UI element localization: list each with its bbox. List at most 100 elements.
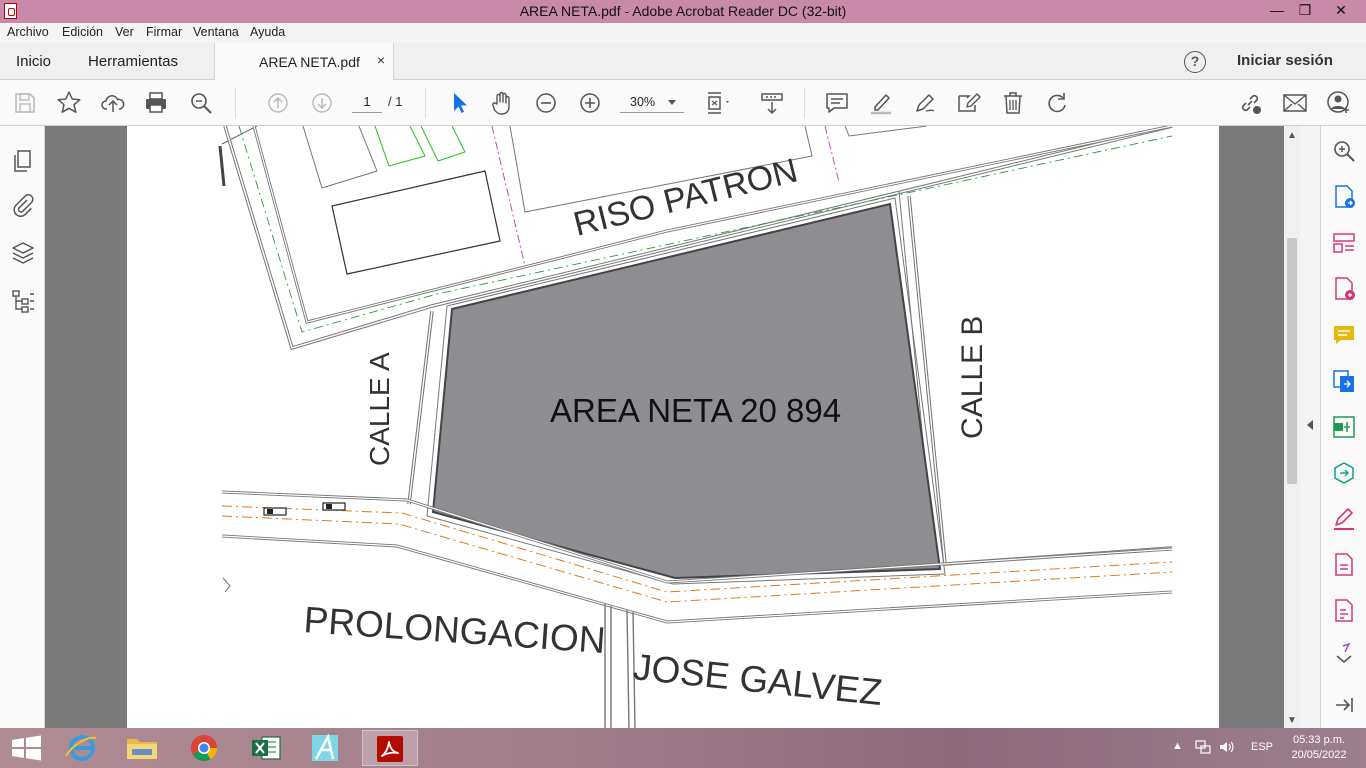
close-button[interactable]: ✕ [1326,0,1356,23]
maximize-button[interactable]: ❐ [1290,0,1320,23]
label-calle-a: CALLE A [364,352,395,466]
menu-bar: Archivo Edición Ver Firmar Ventana Ayuda [0,23,1366,43]
more-tools-chevron-icon[interactable] [1331,642,1357,668]
menu-ventana[interactable]: Ventana [193,25,239,39]
create-pdf-icon[interactable] [1331,276,1357,302]
scroll-mode-icon[interactable] [759,90,785,116]
ie-icon[interactable] [56,730,112,766]
help-icon[interactable]: ? [1184,51,1206,73]
add-comment-icon[interactable] [1331,322,1357,348]
network-icon[interactable] [1195,739,1211,758]
scroll-down-arrow[interactable]: ▼ [1287,715,1297,726]
document-viewport[interactable]: RISO PATRON CALLE A CALLE B AREA NETA 20… [45,126,1285,728]
organize-pages-icon[interactable] [1331,230,1357,256]
bookmark-star-icon[interactable] [56,90,82,116]
pdf-page: RISO PATRON CALLE A CALLE B AREA NETA 20… [127,126,1219,728]
toolbar-separator [235,88,236,118]
right-tools-pane [1320,126,1366,728]
title-bar: AREA NETA.pdf - Adobe Acrobat Reader DC … [0,0,1366,23]
tab-document-label: AREA NETA.pdf [259,54,360,70]
tab-document[interactable]: AREA NETA.pdf × [214,43,394,80]
menu-firmar[interactable]: Firmar [146,25,182,39]
print-icon[interactable] [143,90,169,116]
start-windows-icon[interactable] [0,730,56,766]
menu-ver[interactable]: Ver [115,25,134,39]
scrollbar-thumb[interactable] [1287,238,1297,484]
autocad-icon[interactable] [298,730,354,766]
page-thumbnails-icon[interactable] [10,148,36,174]
edit-pdf-icon[interactable] [1331,460,1357,486]
site-plan-drawing: RISO PATRON CALLE A CALLE B AREA NETA 20… [218,126,1173,728]
tab-herramientas[interactable]: Herramientas [88,53,178,70]
select-cursor-icon[interactable] [446,90,472,116]
tab-inicio[interactable]: Inicio [16,53,51,70]
export-pdf-icon[interactable] [1331,184,1357,210]
rotate-icon[interactable] [1044,90,1070,116]
menu-edicion[interactable]: Edición [62,25,103,39]
windows-taskbar: ▲ ESP 05:33 p.m. 20/05/2022 [0,728,1366,768]
right-pane-collapse-arrow[interactable] [1307,420,1313,430]
system-clock[interactable]: 05:33 p.m. 20/05/2022 [1284,733,1354,763]
email-envelope-icon[interactable] [1282,90,1308,116]
excel-icon[interactable] [238,730,294,766]
zoom-in-icon[interactable] [577,90,603,116]
area-neta-polygon [431,202,942,580]
hand-tool-icon[interactable] [489,90,515,116]
account-user-icon[interactable] [1326,90,1352,116]
clock-time: 05:33 p.m. [1293,734,1345,746]
tab-row: Inicio Herramientas AREA NETA.pdf × ? In… [0,43,1366,80]
tab-close-icon[interactable]: × [377,52,385,68]
chevron-down-icon [668,100,676,105]
language-indicator[interactable]: ESP [1251,741,1273,753]
highlight-pen-icon[interactable] [868,90,894,116]
clock-date: 20/05/2022 [1291,749,1347,761]
page-number-input[interactable]: 1 [352,91,382,113]
minimize-button[interactable]: — [1262,0,1292,23]
label-riso-patron: RISO PATRON [570,151,802,243]
label-calle-b: CALLE B [956,316,989,439]
layers-icon[interactable] [10,240,36,266]
structure-tree-icon[interactable] [10,288,36,314]
page-down-icon[interactable] [309,90,335,116]
upload-cloud-icon[interactable] [100,90,126,116]
comment-icon[interactable] [824,90,850,116]
attachments-paperclip-icon[interactable] [10,192,36,218]
tray-expand-chevron-icon[interactable]: ▲ [1172,740,1183,752]
volume-speaker-icon[interactable] [1218,739,1234,758]
zoom-out-icon[interactable] [533,90,559,116]
protect-document-icon[interactable] [1331,552,1357,578]
menu-archivo[interactable]: Archivo [7,25,49,39]
fit-page-icon[interactable] [704,90,730,116]
toolbar-separator [804,88,805,118]
search-zoom-icon[interactable] [1331,138,1357,164]
scroll-up-arrow[interactable]: ▲ [1287,130,1297,141]
acrobat-icon[interactable] [362,730,418,766]
page-up-icon[interactable] [265,90,291,116]
compress-pdf-icon[interactable] [1331,414,1357,440]
label-jose-galvez: JOSE GALVEZ [631,646,884,713]
save-icon[interactable] [12,90,38,116]
collapse-right-pane-icon[interactable] [1331,692,1357,718]
fill-and-sign-icon[interactable] [1331,506,1357,532]
page-total: / 1 [388,94,403,109]
prepare-form-icon[interactable] [1331,598,1357,624]
zoom-level-value: 30% [630,95,656,109]
left-navigation-pane [0,126,45,728]
label-area-neta: AREA NETA 20 894 [550,392,841,429]
signin-button[interactable]: Iniciar sesión [1237,52,1333,69]
draw-pen-icon[interactable] [912,90,938,116]
zoom-level-select[interactable]: 30% [620,91,684,113]
window-title: AREA NETA.pdf - Adobe Acrobat Reader DC … [519,3,847,19]
file-explorer-icon[interactable] [114,730,170,766]
label-prolongacion: PROLONGACION [302,599,606,661]
toolbar-separator [425,88,426,118]
menu-ayuda[interactable]: Ayuda [250,25,285,39]
share-link-icon[interactable] [1237,90,1263,116]
combine-files-icon[interactable] [1331,368,1357,394]
zoom-search-icon[interactable] [188,90,214,116]
fill-sign-icon[interactable] [955,90,981,116]
chrome-icon[interactable] [176,730,232,766]
vertical-scrollbar[interactable]: ▲ ▼ [1284,126,1300,728]
delete-trash-icon[interactable] [1000,90,1026,116]
toolbar: 1 / 1 30% [0,80,1366,126]
